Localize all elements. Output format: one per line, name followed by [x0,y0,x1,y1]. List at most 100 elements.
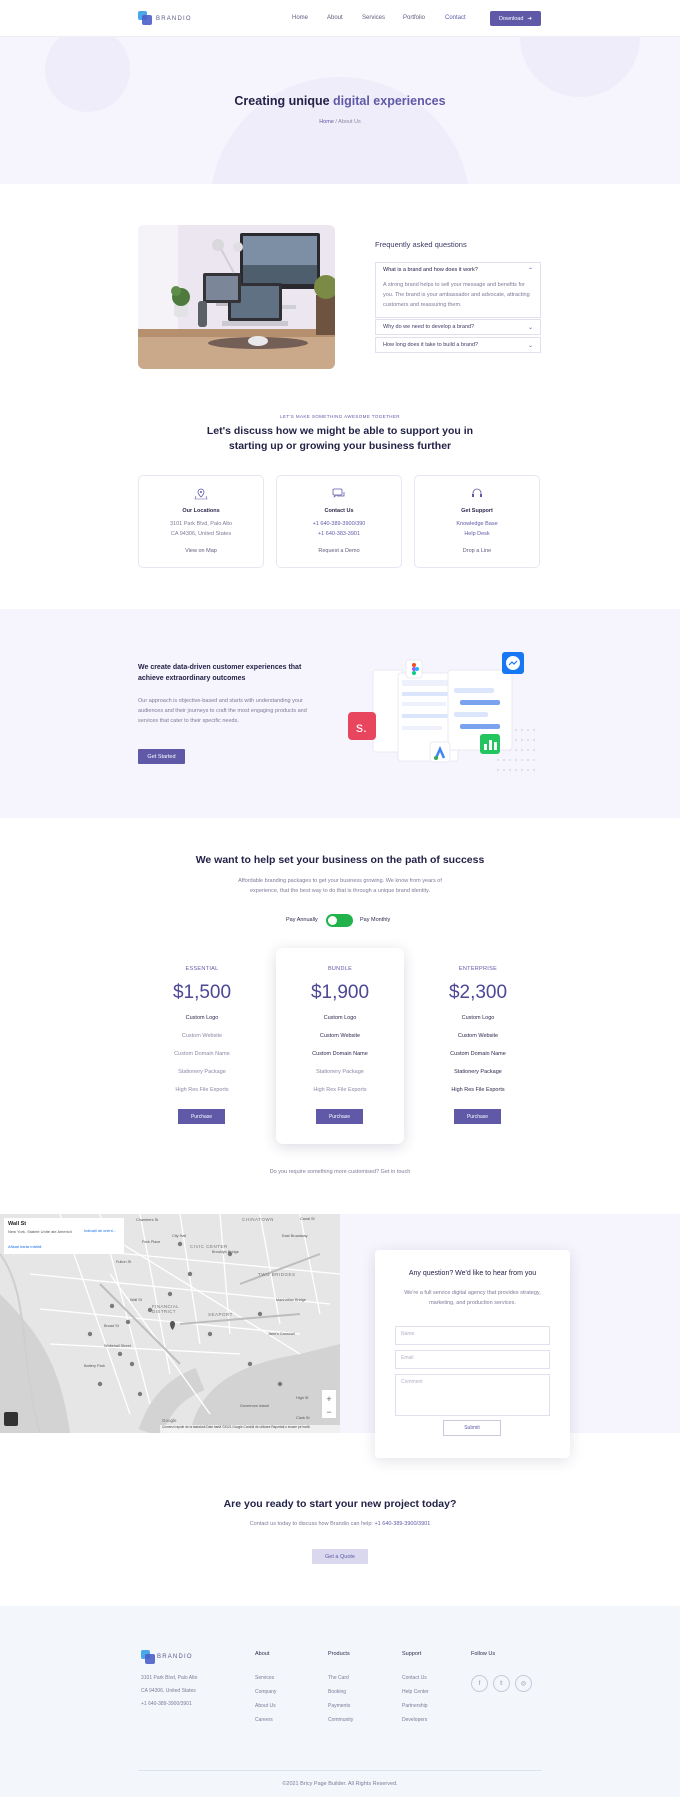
purchase-button[interactable]: Purchase [178,1109,225,1124]
map-directions-link[interactable]: Indicații de orient... [84,1229,122,1233]
faq-heading: Frequently asked questions [375,240,467,249]
faq-item[interactable]: How long does it take to build a brand? ⌄ [375,337,541,353]
instagram-icon[interactable]: ◎ [515,1675,532,1692]
plan-feature: Stationery Package [316,1069,364,1075]
purchase-button[interactable]: Purchase [316,1109,363,1124]
plan-feature: Custom Website [457,1033,499,1039]
footer-link[interactable]: Careers [255,1717,273,1723]
chat-bubbles-icon [332,488,345,498]
workspace-photo [138,225,335,369]
map-label: Canal St [300,1217,315,1221]
plan-feature: High Res File Exports [451,1087,505,1093]
plan-price: $1,500 [172,982,232,1003]
workspace-illustration [138,225,335,369]
footer-col-heading: Products [328,1651,350,1657]
copyright: ©2021 Bricy Page Builder. All Rights Res… [282,1781,398,1787]
data-driven-section [0,609,680,818]
plan-feature: Custom Domain Name [312,1051,368,1057]
comment-field[interactable]: Comment [395,1374,550,1416]
map-label: FINANCIAL DISTRICT [152,1304,179,1314]
page-title-part: Creating unique [234,94,334,108]
faq-question[interactable]: How long does it take to build a brand? ⌄ [376,338,540,352]
footer-link[interactable]: Help Center [402,1689,429,1695]
cta-title: Are you ready to start your new project … [223,1498,457,1510]
toggle-knob [328,916,337,925]
pricing-title: We want to help set your business on the… [195,854,485,866]
faq-question[interactable]: What is a brand and how does it work? ⌃ [376,263,540,277]
cta-body: Contact us today to discuss how Brandio … [0,1519,680,1529]
twitter-icon[interactable]: 𝕥 [493,1675,510,1692]
cta-phone-link[interactable]: +1 640-389-3900/3901 [374,1521,430,1527]
breadcrumb-home[interactable]: Home [319,119,334,125]
google-map[interactable]: + − Wall St New York, Statele Unite ale … [0,1214,340,1433]
pay-annually-label[interactable]: Pay Annually [286,917,318,923]
map-larger-link[interactable]: Afișați harta mărită [8,1244,41,1249]
brandio-logo-icon[interactable] [141,1650,155,1664]
footer-phone[interactable]: +1 640-389-3900/3901 [141,1701,192,1707]
footer-link[interactable]: Partnership [402,1703,428,1709]
map-canvas[interactable]: + − [0,1214,340,1433]
footer-link[interactable]: Company [255,1689,276,1695]
purchase-button[interactable]: Purchase [454,1109,501,1124]
email-field[interactable]: Email [395,1350,550,1369]
footer-link[interactable]: Contact Us [402,1675,427,1681]
billing-toggle[interactable] [326,914,353,927]
contact-form-title: Any question? We'd like to hear from you [408,1270,537,1277]
footer-link[interactable]: Services [255,1675,274,1681]
custom-plan-note[interactable]: Do you require something more customised… [0,1169,680,1175]
download-button[interactable]: Download ➜ [490,11,541,26]
plan-price: $1,900 [310,982,370,1003]
map-attribution[interactable]: Comenzi rapide de la tastatură Date hart… [162,1425,340,1429]
brandio-logo-icon[interactable] [138,11,152,25]
name-field[interactable]: Name [395,1326,550,1345]
cta-body-text: Contact us today to discuss how Brandio … [249,1521,375,1527]
footer-link[interactable]: Booking [328,1689,346,1695]
footer-link[interactable]: The Card [328,1675,349,1681]
footer-link[interactable]: Payments [328,1703,350,1709]
faq-item-open[interactable]: What is a brand and how does it work? ⌃ A… [375,262,541,318]
map-label: Broad St [104,1324,119,1328]
nav-contact[interactable]: Contact [445,15,466,21]
knowledge-base-link[interactable]: Knowledge Base [415,521,539,527]
plan-feature: Custom Domain Name [174,1051,230,1057]
location-card: Our Locations 3101 Park Blvd, Palo Alto … [138,475,264,568]
nav-about[interactable]: About [327,15,343,21]
site-header: BRANDIO Home About Services Portfolio Co… [0,0,680,37]
map-label: SEAPORT [208,1312,233,1317]
nav-services[interactable]: Services [362,15,385,21]
drop-a-line-link[interactable]: Drop a Line [415,548,539,554]
map-label: Governors Island [240,1404,269,1408]
discuss-title-line2: starting up or growing your business fur… [228,440,452,452]
plan-name: BUNDLE [327,966,353,972]
brand-name[interactable]: BRANDIO [156,16,192,22]
view-on-map-link[interactable]: View on Map [139,548,263,554]
map-label: Park Place [142,1240,161,1244]
card-phone[interactable]: +1 640-383-3901 [277,531,401,537]
google-logo: Google [162,1418,177,1423]
card-phone[interactable]: +1 640-389-3900/390 [277,521,401,527]
card-title: Our Locations [182,508,220,514]
footer-link[interactable]: About Us [255,1703,276,1709]
site-footer [0,1606,680,1797]
map-label: Clark St [296,1416,310,1420]
faq-question[interactable]: Why do we need to develop a brand? ⌄ [376,320,540,334]
get-started-button[interactable]: Get Started [138,749,185,764]
footer-link[interactable]: Developers [402,1717,427,1723]
get-quote-button[interactable]: Get a Quote [312,1549,368,1564]
footer-link[interactable]: Community [328,1717,353,1723]
submit-button[interactable]: Submit [443,1420,501,1436]
request-demo-link[interactable]: Request a Demo [277,548,401,554]
map-label: Fulton St [116,1260,132,1264]
map-place-title: Wall St [8,1221,27,1227]
footer-brand-name[interactable]: BRANDIO [157,1654,193,1660]
facebook-icon[interactable]: f [471,1675,488,1692]
nav-portfolio[interactable]: Portfolio [403,15,425,21]
help-desk-link[interactable]: Help Desk [415,531,539,537]
svg-text:+: + [326,1394,331,1404]
nav-home[interactable]: Home [292,15,308,21]
pay-monthly-label[interactable]: Pay Monthly [360,917,390,923]
faq-item[interactable]: Why do we need to develop a brand? ⌄ [375,319,541,335]
faq-answer: A strong brand helps to sell your messag… [383,282,530,308]
map-label: Whitehall Street [104,1344,131,1348]
map-label: Jane's Carousel [268,1332,296,1336]
